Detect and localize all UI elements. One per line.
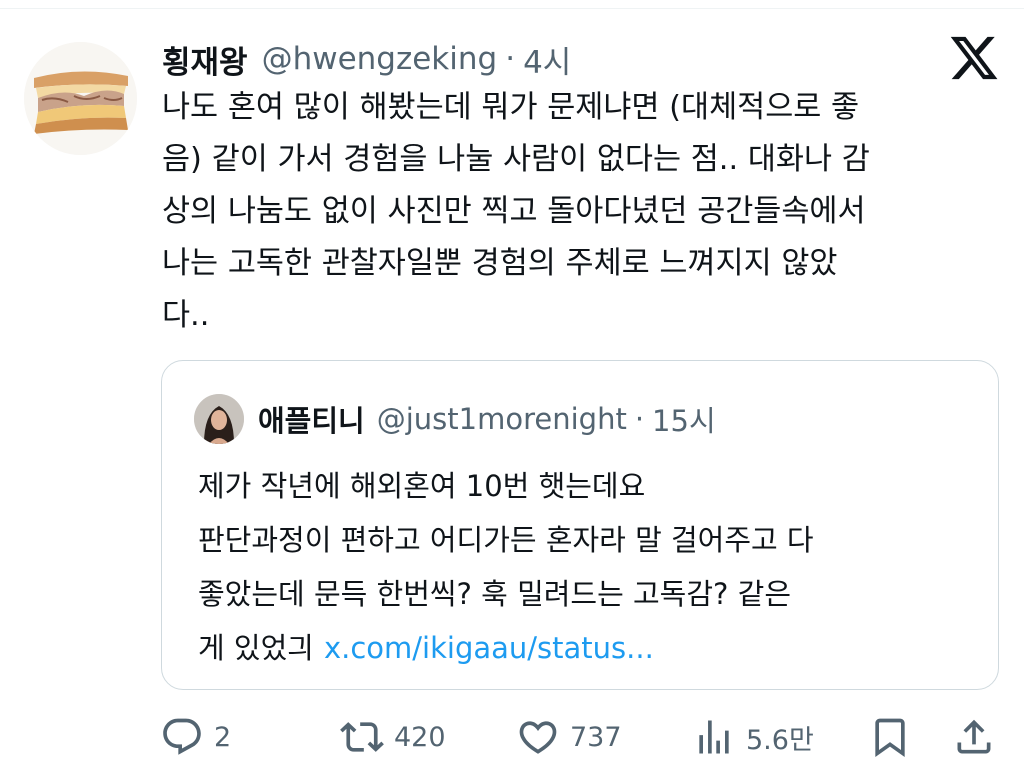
tweet-text-line: 나는 고독한 관찰자일뿐 경험의 주체로 느껴지지 않았	[162, 246, 838, 281]
tweet-text-line: 음) 같이 가서 경험을 나눌 사람이 없다는 점.. 대화나 감	[162, 142, 870, 177]
quote-author-handle[interactable]: @just1morenight	[377, 402, 627, 436]
tweet-header: 횡재왕 @hwengzeking · 4시	[162, 36, 571, 82]
quote-text: 제가 작년에 해외혼여 10번 햇는데요 판단과정이 편하고 어디가든 혼자라 …	[198, 459, 988, 675]
retweet-button[interactable]: 420	[340, 712, 446, 762]
tweet-text-line: 나도 혼여 많이 해봤는데 뭐가 문제냐면 (대체적으로 좋	[162, 90, 860, 125]
tweet-text-line: 다..	[162, 298, 210, 333]
quote-text-line: 판단과정이 편하고 어디가든 혼자라 말 걸어주고 다	[198, 523, 814, 557]
like-button[interactable]: 737	[516, 712, 622, 762]
quote-text-line: 게 있었긔	[198, 631, 314, 665]
views-icon	[699, 720, 729, 754]
author-avatar[interactable]	[24, 42, 137, 155]
reply-icon	[163, 718, 201, 755]
quoted-tweet-card[interactable]: 애플티니 @just1morenight · 15시 제가 작년에 해외혼여 1…	[161, 360, 999, 690]
quote-text-line: 제가 작년에 해외혼여 10번 햇는데요	[198, 469, 646, 503]
reply-button[interactable]: 2	[160, 712, 231, 762]
quote-link[interactable]: x.com/ikigaau/status...	[324, 631, 654, 665]
quote-time[interactable]: 15시	[652, 398, 716, 440]
like-count: 737	[570, 721, 622, 753]
separator-dot: ·	[634, 402, 645, 436]
share-icon	[957, 719, 991, 754]
quote-header: 애플티니 @just1morenight · 15시	[194, 393, 716, 445]
tweet-time[interactable]: 4시	[523, 37, 571, 82]
views-button[interactable]: 5.6만	[692, 712, 814, 762]
x-logo-icon[interactable]	[948, 32, 1000, 84]
quote-text-line-last: 게 있었긔 x.com/ikigaau/status...	[198, 621, 988, 675]
author-name[interactable]: 횡재왕	[162, 37, 248, 82]
share-button[interactable]	[952, 712, 996, 762]
tweet-text: 나도 혼여 많이 해봤는데 뭐가 문제냐면 (대체적으로 좋 음) 같이 가서 …	[162, 82, 992, 342]
quote-author-avatar[interactable]	[194, 394, 244, 444]
sandwich-avatar	[24, 42, 137, 155]
reply-count: 2	[214, 721, 232, 753]
quote-text-line: 좋았는데 문득 한번씩? 훅 밀려드는 고독감? 같은	[198, 577, 792, 611]
tweet-text-line: 상의 나눔도 없이 사진만 찍고 돌아다녔던 공간들속에서	[162, 194, 866, 229]
quote-author-name[interactable]: 애플티니	[258, 398, 365, 440]
retweet-count: 420	[394, 721, 446, 753]
top-divider	[0, 0, 1024, 9]
action-bar: 2 420 737 5.6만	[160, 712, 1000, 762]
separator-dot: ·	[505, 41, 516, 77]
like-icon	[519, 721, 557, 754]
bookmark-button[interactable]	[868, 712, 912, 762]
retweet-icon	[340, 722, 384, 752]
author-handle[interactable]: @hwengzeking	[262, 41, 498, 77]
bookmark-icon	[875, 718, 905, 758]
views-count: 5.6만	[746, 724, 814, 756]
